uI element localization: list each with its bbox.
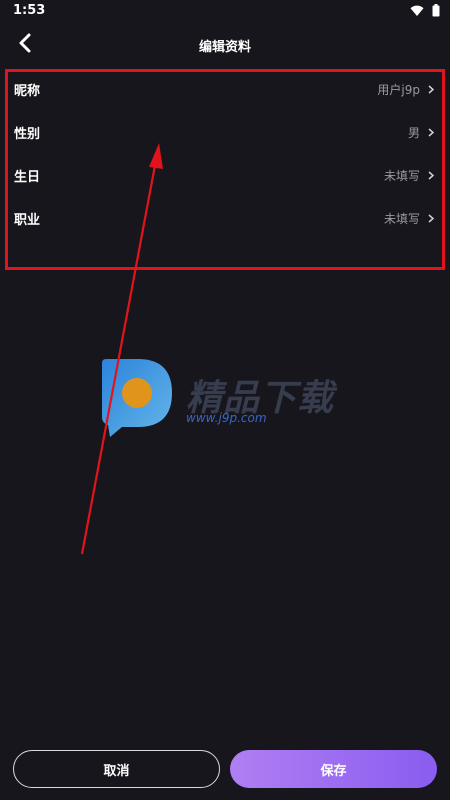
cancel-button[interactable]: 取消	[13, 750, 220, 788]
save-button[interactable]: 保存	[230, 750, 437, 788]
status-bar: 1:53	[0, 0, 450, 22]
row-value: 用户j9p	[377, 83, 420, 97]
chevron-right-icon	[428, 214, 434, 223]
nickname-row[interactable]: 昵称 用户j9p	[0, 68, 450, 111]
row-label: 职业	[14, 213, 41, 228]
status-time: 1:53	[13, 3, 46, 18]
row-label: 生日	[14, 170, 41, 185]
status-icons	[410, 4, 440, 17]
chevron-right-icon	[428, 128, 434, 137]
watermark-url: www.j9p.com	[186, 411, 267, 425]
app-bar: 编辑资料	[0, 26, 450, 64]
watermark-title: 精品下载	[186, 378, 335, 419]
row-right: 男	[408, 111, 434, 154]
page-title: 编辑资料	[198, 40, 251, 55]
row-label: 性别	[14, 127, 41, 142]
birthday-row[interactable]: 生日 未填写	[0, 154, 450, 197]
watermark: 精品下载 www.j9p.com	[98, 355, 358, 445]
gender-row[interactable]: 性别 男	[0, 111, 450, 154]
wifi-icon	[410, 5, 424, 17]
bottom-action-bar: 取消 保存	[0, 750, 450, 788]
row-value: 未填写	[383, 212, 420, 226]
profile-list: 昵称 用户j9p 性别 男 生日 未填写 职业 未填写	[0, 68, 450, 240]
row-right: 用户j9p	[377, 68, 434, 111]
edit-profile-screen: 1:53 编辑资料 昵称 用户j9p 性别 男 生日 未填写 职业 未填写 精品…	[0, 0, 450, 800]
chevron-right-icon	[428, 85, 434, 94]
row-right: 未填写	[384, 154, 434, 197]
row-right: 未填写	[384, 197, 434, 240]
row-value: 未填写	[383, 169, 420, 183]
chevron-right-icon	[428, 171, 434, 180]
battery-icon	[432, 4, 440, 17]
row-value: 男	[407, 126, 420, 140]
occupation-row[interactable]: 职业 未填写	[0, 197, 450, 240]
row-label: 昵称	[14, 84, 41, 99]
